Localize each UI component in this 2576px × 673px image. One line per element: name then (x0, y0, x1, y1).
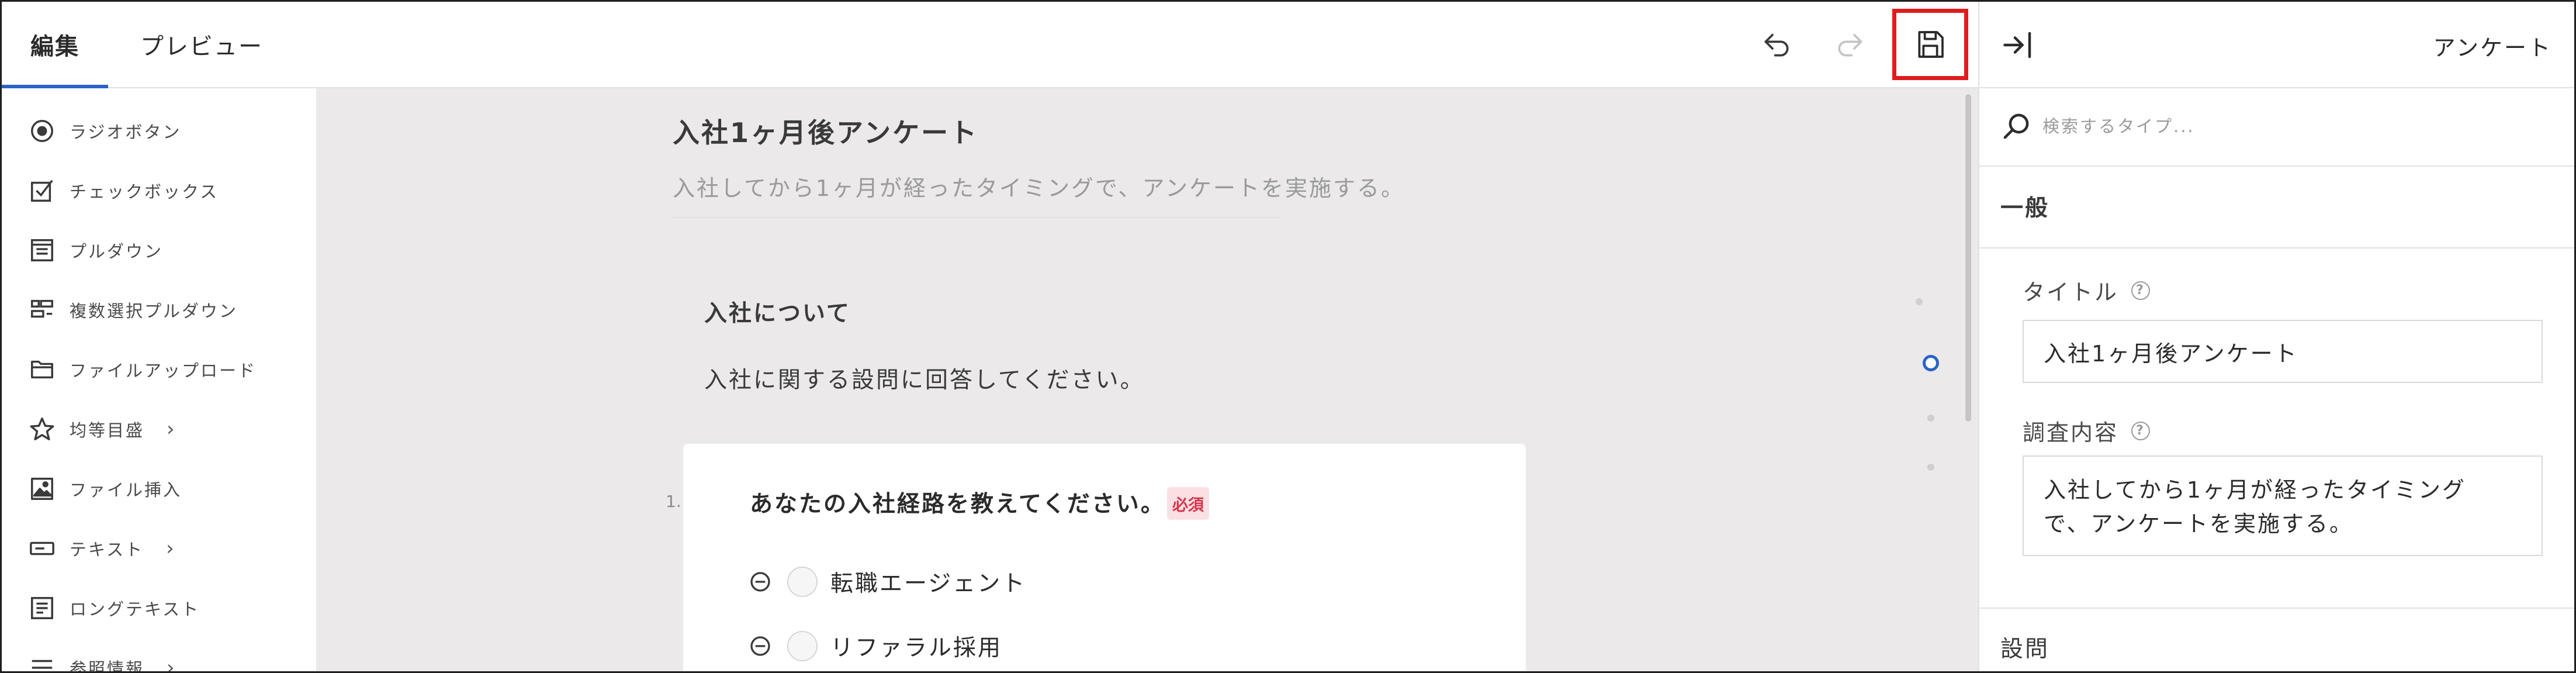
help-icon[interactable]: ? (2131, 421, 2151, 440)
long-text-icon (27, 593, 57, 623)
content-field-label: 調査内容 ? (2023, 415, 2151, 447)
undo-button[interactable] (1756, 24, 1797, 65)
palette-item-checkbox[interactable]: チェックボックス (27, 170, 219, 211)
remove-option-icon[interactable] (749, 634, 772, 658)
question-number: 1. (666, 492, 681, 511)
panel-title: アンケート (2433, 35, 2552, 61)
palette-item-multi-select[interactable]: 複数選択プルダウン (27, 289, 238, 330)
step-dot[interactable] (1927, 464, 1934, 471)
multi-select-icon (27, 295, 57, 325)
collapse-panel-icon[interactable] (2000, 27, 2035, 63)
palette-item-label: 参照情報 (70, 659, 145, 673)
palette-item-scale[interactable]: 均等目盛 › (27, 409, 176, 450)
tab-preview[interactable]: プレビュー (126, 2, 278, 87)
palette-item-label: プルダウン (70, 241, 164, 261)
questions-section-header[interactable]: 設問 (2000, 631, 2049, 664)
palette-item-label: 均等目盛 (70, 420, 145, 440)
app-window: 編集 プレビュー ラジオボタン チェックボックス プルダウン 複数選択プルダウン… (0, 0, 2576, 673)
text-field-icon (27, 534, 57, 563)
radio-option[interactable] (787, 631, 818, 661)
option-label[interactable]: リファラル採用 (830, 630, 1002, 662)
divider (673, 217, 1280, 218)
palette-item-label: ラジオボタン (70, 122, 182, 142)
palette-item-file-insert[interactable]: ファイル挿入 (27, 468, 182, 509)
palette-item-long-text[interactable]: ロングテキスト (27, 588, 200, 629)
palette-item-file-upload[interactable]: ファイルアップロード (27, 349, 257, 390)
palette-item-dropdown[interactable]: プルダウン (27, 230, 163, 271)
chevron-right-icon: › (167, 417, 176, 441)
palette-item-label: ロングテキスト (70, 599, 200, 619)
step-dot-active[interactable] (1923, 355, 1939, 371)
redo-icon (1838, 33, 1862, 57)
chevron-right-icon: › (167, 656, 176, 673)
help-icon[interactable]: ? (2131, 281, 2151, 300)
question-option: リファラル採用 (749, 629, 1002, 664)
top-bar: 編集 プレビュー (2, 2, 1978, 88)
palette-item-text[interactable]: テキスト › (27, 528, 176, 569)
chevron-right-icon: › (166, 537, 176, 560)
content-label-text: 調査内容 (2023, 420, 2119, 446)
undo-icon (1764, 33, 1789, 57)
section-title[interactable]: 入社について (704, 295, 851, 328)
divider (1979, 608, 2574, 609)
content-field[interactable]: 入社してから1ヶ月が経ったタイミング で、アンケートを実施する。 (2023, 455, 2543, 556)
step-dot[interactable] (1916, 298, 1923, 305)
required-badge: 必須 (1167, 487, 1209, 520)
palette-item-radio[interactable]: ラジオボタン (27, 111, 181, 151)
editor-canvas: 入社1ヶ月後アンケート 入社してから1ヶ月が経ったタイミングで、アンケートを実施… (316, 88, 1978, 671)
search-icon (2003, 113, 2029, 139)
folder-icon (27, 355, 57, 384)
component-palette: ラジオボタン チェックボックス プルダウン 複数選択プルダウン ファイルアップロ… (2, 88, 315, 673)
star-icon (27, 415, 57, 444)
radio-button-icon (27, 116, 57, 146)
palette-item-label: テキスト (70, 540, 144, 560)
canvas-scrollbar[interactable] (1965, 94, 1971, 422)
palette-item-label: ファイルアップロード (70, 361, 257, 381)
question-option: 転職エージェント (749, 564, 1026, 599)
dropdown-icon (27, 236, 57, 265)
search-bar (1979, 87, 2574, 167)
checkbox-icon (27, 176, 57, 205)
title-field[interactable]: 入社1ヶ月後アンケート (2023, 320, 2543, 383)
tab-edit[interactable]: 編集 (2, 2, 108, 88)
properties-panel: アンケート 一般 タイトル ? 入社1ヶ月後アンケート 調査内容 ? 入社してか… (1978, 2, 2574, 671)
search-input[interactable] (2041, 108, 2546, 144)
save-button[interactable] (1892, 9, 1968, 80)
remove-option-icon[interactable] (749, 570, 772, 593)
palette-item-reference[interactable]: 参照情報 › (27, 647, 176, 673)
general-label: 一般 (2000, 195, 2050, 222)
title-field-label: タイトル ? (2023, 274, 2151, 306)
image-icon (27, 474, 57, 503)
question-text[interactable]: あなたの入社経路を教えてください。 (750, 486, 1165, 519)
save-icon (1918, 31, 1944, 58)
general-section-header[interactable]: 一般 (1979, 167, 2574, 249)
radio-option[interactable] (787, 567, 818, 597)
redo-button[interactable] (1830, 24, 1871, 65)
title-label-text: タイトル (2023, 279, 2119, 305)
option-label[interactable]: 転職エージェント (830, 565, 1026, 598)
survey-description[interactable]: 入社してから1ヶ月が経ったタイミングで、アンケートを実施する。 (673, 170, 1405, 202)
survey-title[interactable]: 入社1ヶ月後アンケート (673, 112, 978, 150)
palette-item-label: ファイル挿入 (70, 480, 182, 500)
palette-item-label: チェックボックス (70, 182, 219, 202)
list-icon (27, 653, 57, 671)
palette-item-label: 複数選択プルダウン (70, 301, 238, 321)
section-description[interactable]: 入社に関する設問に回答してください。 (704, 362, 1145, 395)
step-dot[interactable] (1927, 415, 1934, 422)
